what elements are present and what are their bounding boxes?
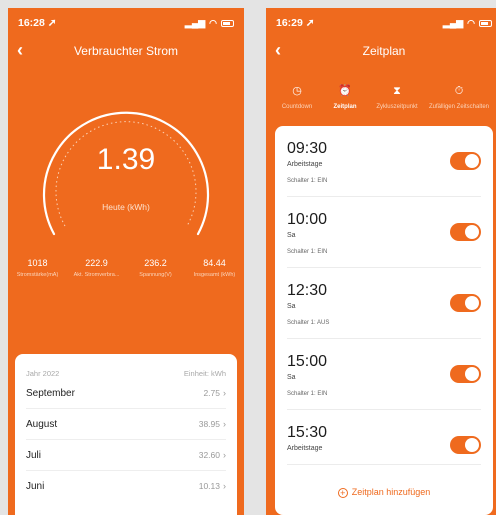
schedule-list: 09:30 Arbeitstage Schalter 1: EIN 10:00 … [275,126,493,515]
month-row-juni[interactable]: Juni 10.13 › [26,471,226,502]
stat-total: 84.44 Insgesamt (kWh) [193,258,236,278]
status-time: 16:29 ➚ [276,17,315,29]
page-title: Verbrauchter Strom [73,44,179,58]
signal-icon: ▂▄▆ [442,17,464,28]
wifi-icon: ◠ [209,17,217,28]
schedule-toggle[interactable] [450,436,481,454]
page-title: Zeitplan [362,44,406,58]
status-icons: ▂▄▆ ◠ [185,18,234,29]
timer-icon: ⏱ [454,85,464,97]
status-bar: 16:29 ➚ ▂▄▆ ◠ [276,16,492,30]
schedule-screen: 16:29 ➚ ▂▄▆ ◠ ‹ Zeitplan ◷ Countdown ⏰ Z… [266,8,496,515]
unit-label: Einheit: kWh [183,369,226,378]
nav-bar: ‹ Verbrauchter Strom [8,40,244,62]
add-schedule-button[interactable]: + Zeitplan hinzufügen [275,487,493,498]
sheet-header: Jahr 2022 Einheit: kWh [15,354,237,378]
nav-bar: ‹ Zeitplan [266,40,496,62]
tab-zeitplan[interactable]: ⏰ Zeitplan [328,84,362,110]
tab-countdown[interactable]: ◷ Countdown [280,84,314,110]
clock-icon: ◷ [292,85,302,97]
year-label: Jahr 2022 [26,369,60,378]
stat-voltage: 236.2 Spannung(V) [139,258,172,278]
battery-icon [221,19,234,27]
energy-screen: 16:28 ➚ ▂▄▆ ◠ ‹ Verbrauchter Strom 1.39 … [8,8,244,515]
status-time: 16:28 ➚ [18,17,57,29]
back-button[interactable]: ‹ [275,40,281,60]
stats-row: 1018 Stromstärke(mA) 222.9 Akt. Stromver… [8,258,244,278]
status-icons: ▂▄▆ ◠ [443,18,492,29]
schedule-toggle[interactable] [450,223,481,241]
schedule-item[interactable]: 15:00 Sa Schalter 1: EIN [287,339,481,410]
mode-tabs: ◷ Countdown ⏰ Zeitplan ⧗ Zykluszeitpunkt… [266,84,496,124]
tab-zykluszeitpunkt[interactable]: ⧗ Zykluszeitpunkt [369,84,425,110]
tab-zufaellig[interactable]: ⏱ Zufälligen Zeitschalten [422,84,496,110]
schedule-item[interactable]: 09:30 Arbeitstage Schalter 1: EIN [287,126,481,197]
gauge-value: 1.39 [96,143,156,176]
schedule-toggle[interactable] [450,294,481,312]
stat-current: 1018 Stromstärke(mA) [16,258,59,278]
gauge-unit: Heute (kWh) [102,202,150,212]
month-row-september[interactable]: September 2.75 › [26,378,226,409]
chevron-right-icon: › [223,418,226,429]
month-row-juli[interactable]: Juli 32.60 › [26,440,226,471]
battery-icon [479,19,492,27]
plus-icon: + [337,488,348,498]
schedule-toggle[interactable] [450,152,481,170]
alarm-icon: ⏰ [338,85,352,97]
chevron-right-icon: › [223,387,226,398]
signal-icon: ▂▄▆ [184,17,206,28]
schedule-item[interactable]: 12:30 Sa Schalter 1: AUS [287,268,481,339]
chevron-right-icon: › [223,481,226,491]
schedule-item[interactable]: 10:00 Sa Schalter 1: EIN [287,197,481,268]
status-bar: 16:28 ➚ ▂▄▆ ◠ [18,16,234,30]
schedule-toggle[interactable] [450,365,481,383]
chevron-right-icon: › [223,449,226,460]
wifi-icon: ◠ [467,17,475,28]
schedule-item[interactable]: 15:30 Arbeitstage [287,410,481,465]
month-row-august[interactable]: August 38.95 › [26,409,226,440]
monthly-usage-sheet: Jahr 2022 Einheit: kWh September 2.75 › A… [15,354,237,515]
hourglass-icon: ⧗ [393,85,401,97]
back-button[interactable]: ‹ [17,40,23,60]
stat-power: 222.9 Akt. Stromverbra... [73,258,120,278]
